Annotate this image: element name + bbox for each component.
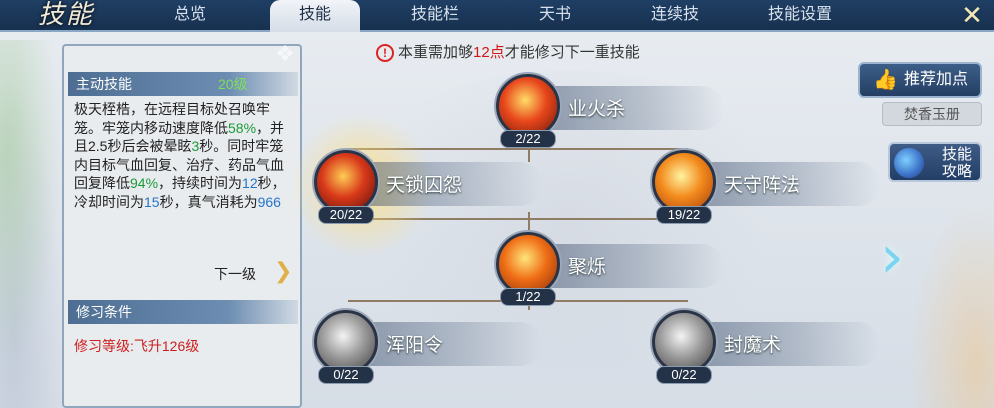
notice-message: ! 本重需加够12点才能修习下一重技能 bbox=[376, 42, 640, 64]
skill-level: 20级 bbox=[218, 76, 248, 92]
tab-tianshu[interactable]: 天书 bbox=[520, 0, 590, 32]
close-icon[interactable]: ✕ bbox=[958, 2, 986, 30]
tab-combo[interactable]: 连续技 bbox=[630, 0, 720, 32]
skill-node-hunyangling[interactable]: 浑阳令 0/22 bbox=[312, 310, 542, 388]
warning-icon: ! bbox=[376, 44, 394, 63]
skill-node-tianshouzhenfa[interactable]: 天守阵法 19/22 bbox=[650, 150, 880, 228]
skill-icon bbox=[652, 150, 716, 214]
skill-count: 20/22 bbox=[318, 206, 374, 224]
skill-count: 1/22 bbox=[500, 288, 556, 306]
skill-icon bbox=[652, 310, 716, 374]
skill-node-fengmoshu[interactable]: 封魔术 0/22 bbox=[650, 310, 880, 388]
skill-node-tiansuoqiuyuan[interactable]: 天锁囚怨 20/22 bbox=[312, 150, 542, 228]
skill-count: 2/22 bbox=[500, 130, 556, 148]
tab-skill-settings[interactable]: 技能设置 bbox=[745, 0, 855, 32]
active-skill-header: 主动技能 20级 bbox=[68, 72, 298, 96]
skill-name: 浑阳令 bbox=[386, 335, 444, 356]
skill-count: 0/22 bbox=[656, 366, 712, 384]
skill-description: 极天桎梏，在远程目标处召唤牢笼。牢笼内移动速度降低58%，并且2.5秒后会被晕眩… bbox=[74, 101, 286, 210]
skill-count: 0/22 bbox=[318, 366, 374, 384]
skill-name: 聚烁 bbox=[568, 257, 607, 278]
next-page-arrow-icon[interactable]: › bbox=[872, 222, 912, 292]
skill-name: 业火杀 bbox=[568, 99, 626, 120]
condition-header: 修习条件 bbox=[68, 300, 298, 324]
skill-icon bbox=[496, 232, 560, 296]
skill-guide-button[interactable]: 技能 攻略 bbox=[888, 142, 982, 182]
background-decoration-left bbox=[0, 40, 70, 408]
connector-line bbox=[528, 212, 530, 232]
tab-overview[interactable]: 总览 bbox=[150, 0, 230, 32]
skill-detail-panel: 主动技能 20级 极天桎梏，在远程目标处召唤牢笼。牢笼内移动速度降低58%，并且… bbox=[62, 44, 302, 408]
top-tab-bar: 技能 总览 技能 技能栏 天书 连续技 技能设置 ✕ bbox=[0, 0, 994, 32]
skill-count: 19/22 bbox=[656, 206, 712, 224]
skill-node-yehuosha[interactable]: 业火杀 2/22 bbox=[494, 74, 724, 152]
skill-icon bbox=[496, 74, 560, 138]
window-logo: 技能 bbox=[38, 0, 95, 30]
skill-node-jushuo[interactable]: 聚烁 1/22 bbox=[494, 232, 724, 310]
skill-icon bbox=[314, 150, 378, 214]
jade-book-button[interactable]: 焚香玉册 bbox=[882, 102, 982, 126]
thumbs-up-icon: 👍 bbox=[873, 69, 898, 91]
next-level-arrow-icon[interactable]: ❯ bbox=[274, 260, 296, 284]
skill-icon bbox=[314, 310, 378, 374]
skill-name: 天守阵法 bbox=[724, 175, 801, 196]
guide-emblem-icon bbox=[894, 148, 924, 178]
recommend-points-button[interactable]: 👍 推荐加点 bbox=[858, 62, 982, 98]
skill-name: 天锁囚怨 bbox=[386, 175, 463, 196]
tab-skills[interactable]: 技能 bbox=[270, 0, 360, 32]
requirement-text: 修习等级:飞升126级 bbox=[74, 338, 200, 354]
background-decoration-right bbox=[904, 190, 994, 408]
next-level-label[interactable]: 下一级 bbox=[214, 264, 256, 284]
tab-skill-bar[interactable]: 技能栏 bbox=[390, 0, 480, 32]
section-title: 主动技能 bbox=[76, 76, 132, 92]
bookmark-icon: ❖ bbox=[275, 42, 295, 67]
skill-name: 封魔术 bbox=[724, 335, 782, 356]
